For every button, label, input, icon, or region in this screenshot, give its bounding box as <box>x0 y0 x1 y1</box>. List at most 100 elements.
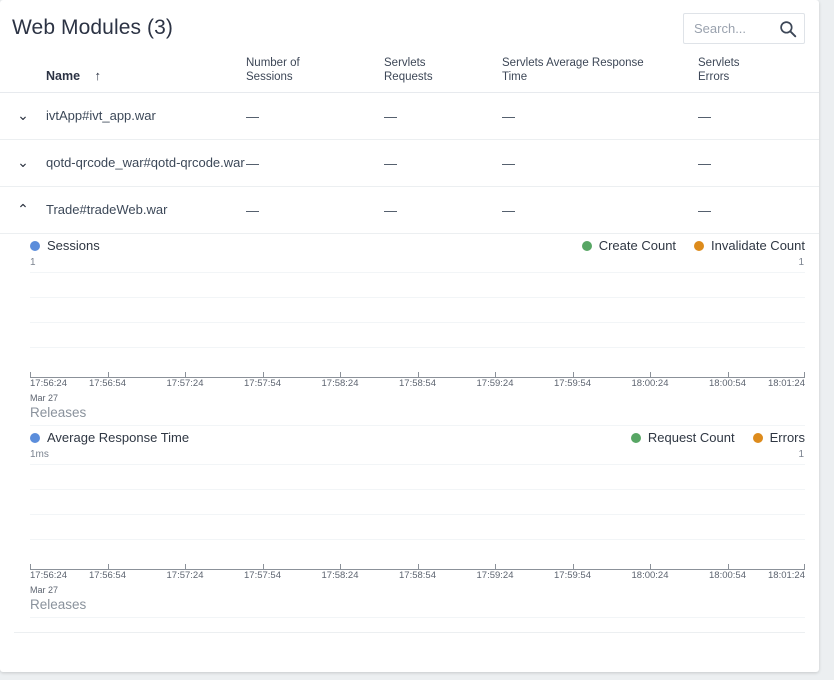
x-axis-label: 17:57:54 <box>244 378 281 389</box>
row-servlets-errors: — <box>698 92 819 140</box>
sort-ascending-icon[interactable]: ↑ <box>95 69 102 83</box>
search-icon[interactable] <box>779 20 797 38</box>
row-servlets-requests: — <box>384 139 502 187</box>
app-root: Web Modules (3) Search... Name ↑ Number … <box>0 0 834 680</box>
x-axis-label: 17:59:54 <box>554 570 591 581</box>
table-row[interactable]: ⌄ qotd-qrcode_war#qotd-qrcode.war — — — … <box>0 139 819 187</box>
legend-dot-average-response-time-icon <box>30 432 40 443</box>
row-expand-toggle[interactable]: ⌄ <box>0 92 46 140</box>
column-header-name-label: Name <box>46 69 81 83</box>
card-header: Web Modules (3) <box>0 0 819 56</box>
sessions-chart-legend: Sessions Create Count Invalidate Count <box>14 238 805 260</box>
chevron-up-icon[interactable]: ⌃ <box>13 200 33 220</box>
legend-label-average-response-time: Average Response Time <box>47 430 190 445</box>
row-number-of-sessions: — <box>246 139 384 187</box>
x-axis-label: 18:00:24 <box>631 570 669 581</box>
row-name: qotd-qrcode_war#qotd-qrcode.war <box>46 139 246 187</box>
sessions-chart-block: Sessions Create Count Invalidate Count 1… <box>0 238 819 426</box>
x-axis-label: 17:56:24 <box>30 570 67 581</box>
legend-dot-errors-icon <box>752 432 763 443</box>
row-servlets-errors: — <box>698 139 819 187</box>
x-axis-label: 18:01:24 <box>768 378 805 389</box>
legend-item-average-response-time[interactable]: Average Response Time <box>30 430 189 445</box>
legend-item-sessions[interactable]: Sessions <box>30 238 100 253</box>
legend-dot-request-count-icon <box>630 432 641 443</box>
legend-item-errors[interactable]: Errors <box>752 430 805 445</box>
table-body: ⌄ ivtApp#ivt_app.war — — — — ⌄ qotd-qrco… <box>0 92 819 234</box>
response-time-y-axis-left-max: 1ms <box>30 449 49 460</box>
legend-label-create-count: Create Count <box>598 238 677 253</box>
response-time-chart-block: Average Response Time Request Count Erro… <box>0 430 819 618</box>
x-axis-label: 17:58:54 <box>399 570 436 581</box>
legend-item-create-count[interactable]: Create Count <box>581 238 677 253</box>
row-name: Trade#tradeWeb.war <box>46 186 246 234</box>
x-axis-label: 17:56:24 <box>30 378 67 389</box>
row-servlets-errors: — <box>698 186 819 234</box>
table-row[interactable]: ⌄ ivtApp#ivt_app.war — — — — <box>0 92 819 140</box>
gridline <box>30 464 805 465</box>
x-axis-label: 17:56:54 <box>89 570 126 581</box>
web-modules-table: Name ↑ Number of Sessions Servlets Request… <box>0 56 819 234</box>
x-axis-label: 18:00:54 <box>709 378 746 389</box>
web-modules-card: Web Modules (3) Search... Name ↑ Number … <box>0 0 819 672</box>
gridline <box>30 297 805 298</box>
column-header-servlets-errors[interactable]: Servlets Errors <box>698 56 819 93</box>
row-expand-toggle[interactable]: ⌄ <box>0 139 46 187</box>
row-name: ivtApp#ivt_app.war <box>46 92 246 140</box>
response-time-chart-date-label: Mar 27 <box>30 585 59 595</box>
row-number-of-sessions: — <box>246 92 384 140</box>
x-axis-label: 18:01:24 <box>768 570 805 581</box>
legend-label-errors: Errors <box>769 430 805 445</box>
column-header-servlets-average-response-time[interactable]: Servlets Average Response Time <box>502 56 698 93</box>
row-servlets-requests: — <box>384 186 502 234</box>
response-time-chart-plot[interactable]: 1ms 1 <box>30 449 805 570</box>
chevron-down-icon[interactable]: ⌄ <box>13 153 33 173</box>
x-axis-label: 17:56:54 <box>89 378 126 389</box>
row-number-of-sessions: — <box>246 186 384 234</box>
x-axis-label: 17:59:54 <box>554 378 591 389</box>
column-header-number-of-sessions[interactable]: Number of Sessions <box>246 56 384 93</box>
sessions-x-axis-labels: 17:56:24 17:56:54 17:57:24 17:57:54 17:5… <box>30 378 805 392</box>
row-servlets-requests: — <box>384 92 502 140</box>
column-header-name[interactable]: Name ↑ <box>46 56 246 93</box>
gridline <box>30 347 805 348</box>
gridline <box>30 539 805 540</box>
x-axis-label: 17:57:24 <box>166 570 204 581</box>
x-axis-label: 17:57:54 <box>244 570 281 581</box>
response-time-chart-legend-right: Request Count Errors <box>630 430 805 445</box>
row-collapse-toggle[interactable]: ⌃ <box>0 186 46 234</box>
legend-label-invalidate-count: Invalidate Count <box>711 238 805 253</box>
sessions-chart-legend-right: Create Count Invalidate Count <box>581 238 805 253</box>
response-time-y-axis-right-max: 1 <box>798 449 804 460</box>
response-time-x-axis-labels: 17:56:24 17:56:54 17:57:24 17:57:54 17:5… <box>30 570 805 584</box>
gridline <box>30 272 805 273</box>
row-servlets-average-response-time: — <box>502 92 698 140</box>
sessions-chart-releases-label: Releases <box>30 405 805 426</box>
gridline <box>30 489 805 490</box>
sessions-y-axis-right-max: 1 <box>798 257 804 268</box>
response-time-chart-releases-label: Releases <box>30 597 805 618</box>
x-axis-label: 17:58:24 <box>321 570 359 581</box>
x-axis-label: 17:57:24 <box>166 378 204 389</box>
sessions-chart-plot[interactable]: 1 1 <box>30 257 805 378</box>
section-divider <box>14 632 805 633</box>
row-servlets-average-response-time: — <box>502 186 698 234</box>
search-input[interactable] <box>692 14 774 43</box>
legend-item-invalidate-count[interactable]: Invalidate Count <box>694 238 805 253</box>
sessions-y-axis-left-max: 1 <box>30 257 36 268</box>
row-servlets-average-response-time: — <box>502 139 698 187</box>
sessions-chart-date-label: Mar 27 <box>30 393 59 403</box>
legend-dot-sessions-icon <box>30 240 40 251</box>
x-axis-label: 17:59:24 <box>476 378 514 389</box>
search-box[interactable] <box>683 13 805 44</box>
legend-label-request-count: Request Count <box>647 430 735 445</box>
table-row[interactable]: ⌃ Trade#tradeWeb.war — — — — <box>0 186 819 234</box>
gridline <box>30 322 805 323</box>
table-header-row: Name ↑ Number of Sessions Servlets Request… <box>0 56 819 93</box>
legend-item-request-count[interactable]: Request Count <box>630 430 735 445</box>
legend-dot-invalidate-count-icon <box>694 240 705 251</box>
gridline <box>30 514 805 515</box>
page-title: Web Modules (3) <box>12 16 174 39</box>
chevron-down-icon[interactable]: ⌄ <box>13 106 33 126</box>
column-header-servlets-requests[interactable]: Servlets Requests <box>384 56 502 93</box>
